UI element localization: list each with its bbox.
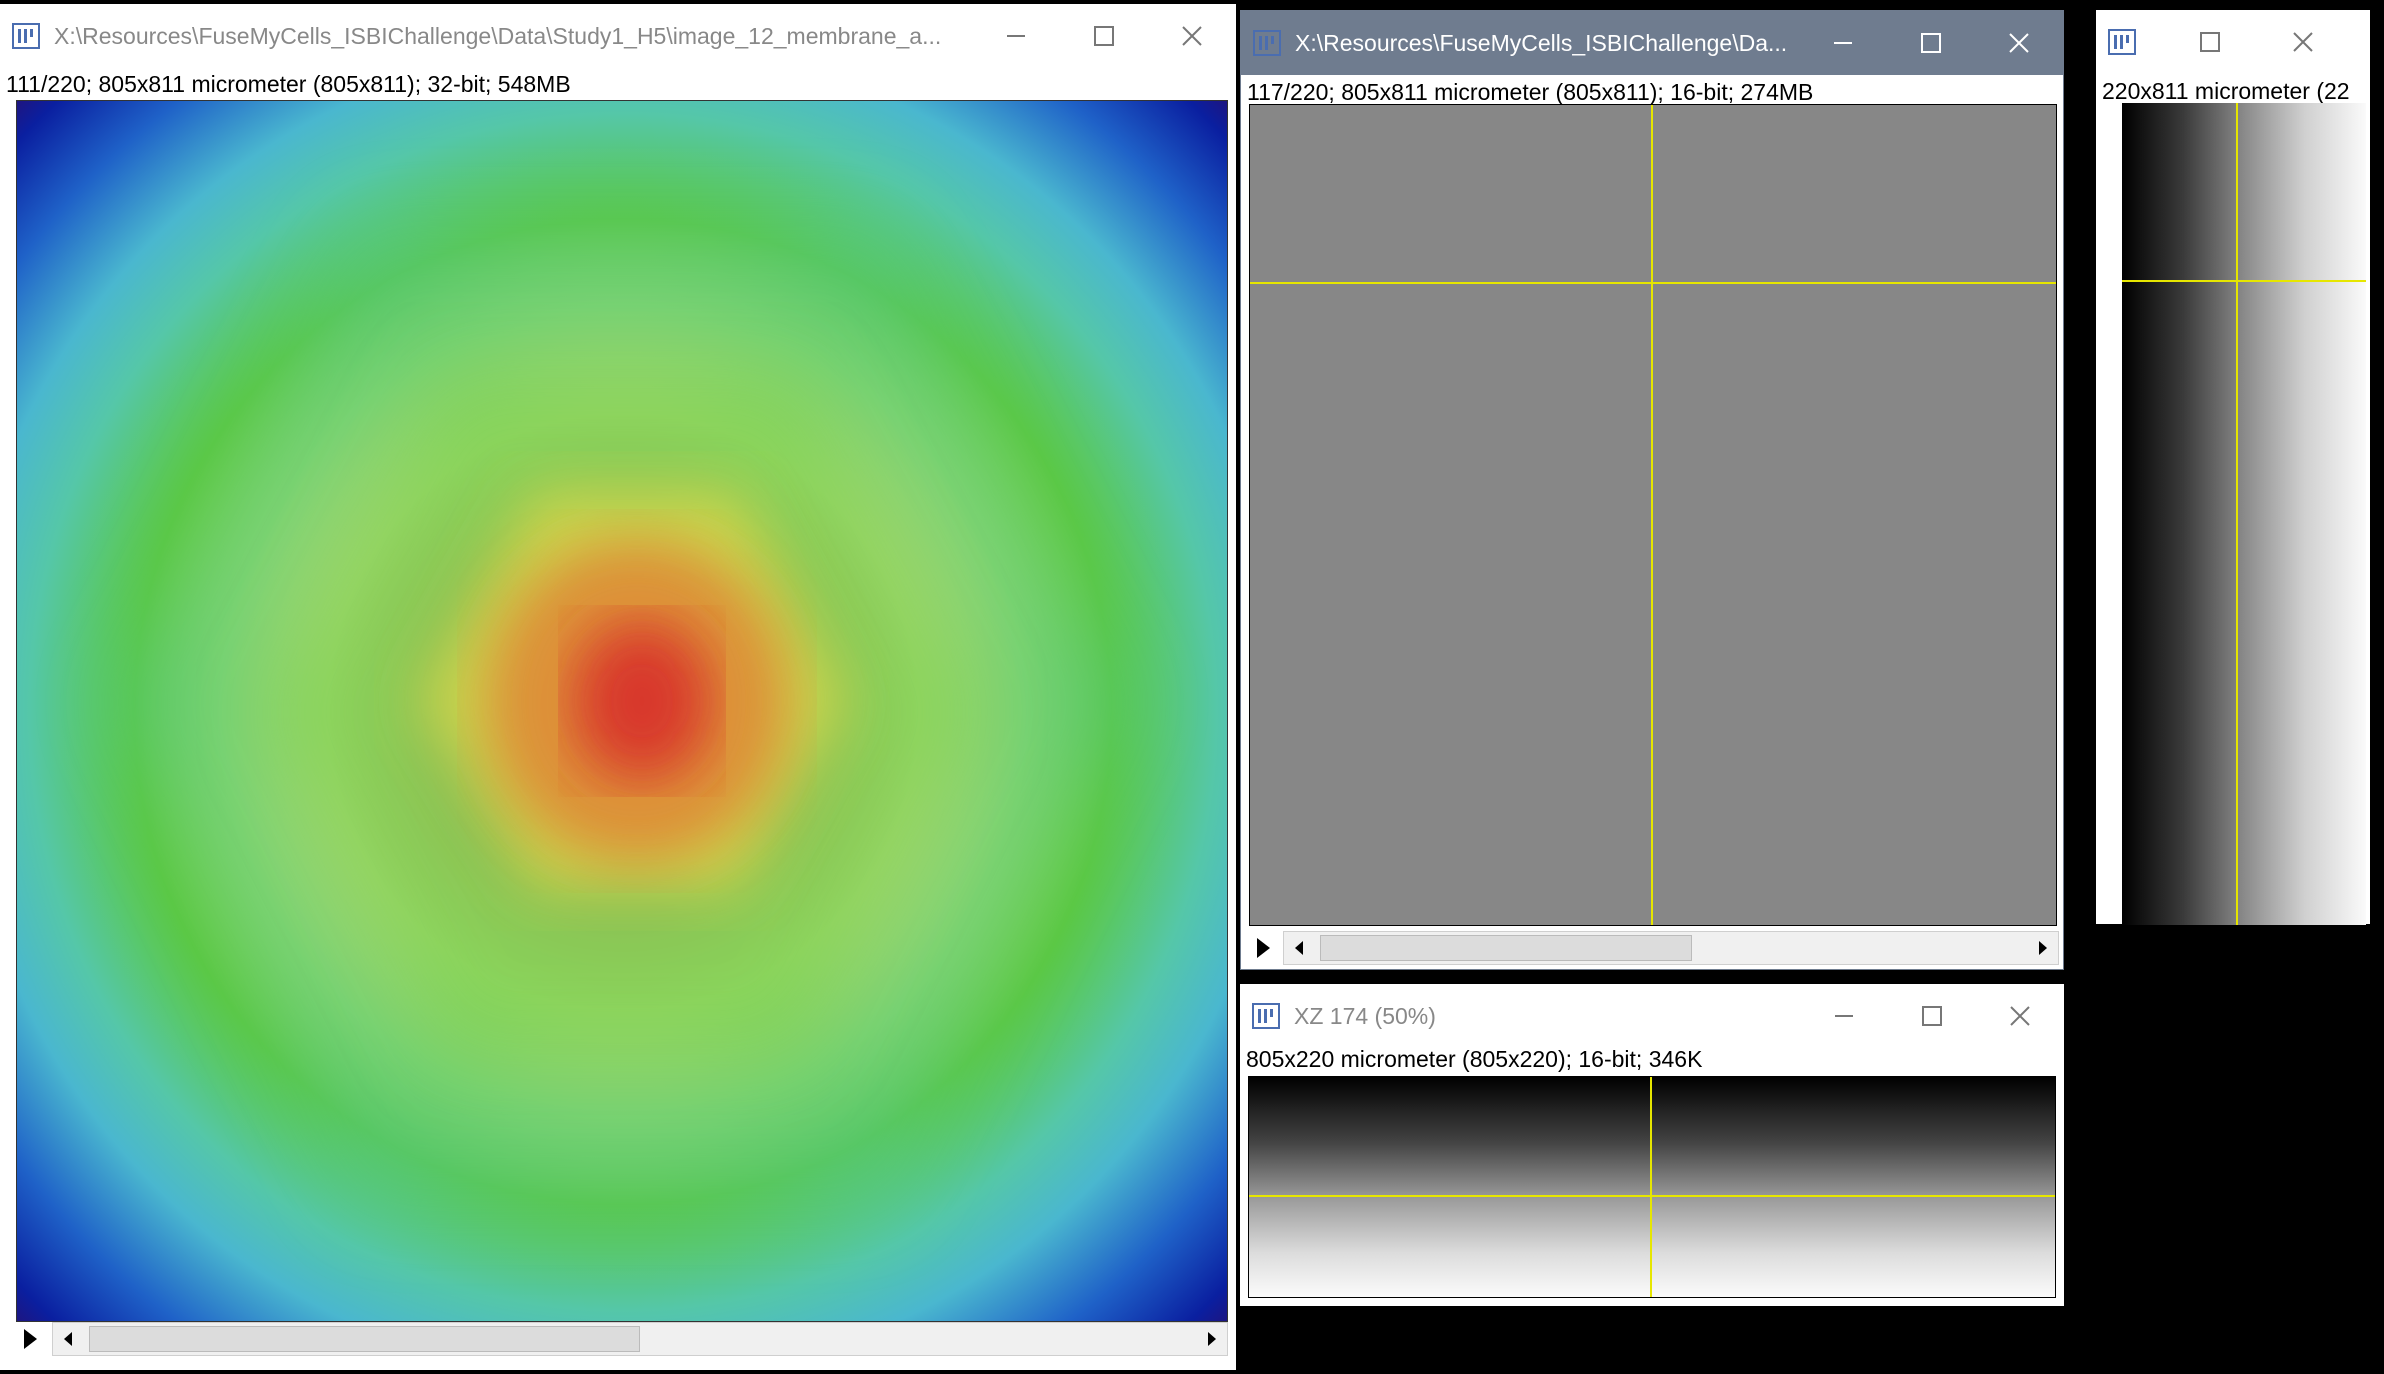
maximize-button[interactable] bbox=[1888, 984, 1976, 1048]
image-info: 805x220 micrometer (805x220); 16-bit; 34… bbox=[1246, 1046, 1703, 1072]
window-title: X:\Resources\FuseMyCells_ISBIChallenge\D… bbox=[1295, 29, 1788, 56]
close-button[interactable] bbox=[1976, 984, 2064, 1048]
scroll-track[interactable] bbox=[1283, 931, 2059, 965]
image-canvas[interactable] bbox=[2122, 103, 2366, 925]
minimize-icon bbox=[1833, 1005, 1855, 1027]
crosshair-vertical bbox=[1650, 1077, 1652, 1297]
maximize-icon bbox=[1093, 25, 1115, 47]
crosshair-vertical bbox=[2236, 103, 2238, 925]
heatmap-image bbox=[17, 101, 1227, 1321]
close-button[interactable] bbox=[1148, 4, 1236, 68]
imagej-app-icon bbox=[1252, 1002, 1280, 1030]
play-icon[interactable] bbox=[1257, 938, 1270, 958]
close-icon bbox=[2009, 1005, 2031, 1027]
ortho-xy-window[interactable]: X:\Resources\FuseMyCells_ISBIChallenge\D… bbox=[1240, 10, 2064, 970]
title-bar[interactable]: X:\Resources\FuseMyCells_ISBIChallenge\D… bbox=[1241, 11, 2063, 75]
minimize-button[interactable] bbox=[1800, 984, 1888, 1048]
imagej-app-icon bbox=[12, 22, 40, 50]
maximize-icon bbox=[1921, 1005, 1943, 1027]
image-info: 111/220; 805x811 micrometer (805x811); 3… bbox=[6, 71, 571, 97]
slice-scrollbar[interactable] bbox=[1251, 931, 2059, 965]
main-image-window[interactable]: X:\Resources\FuseMyCells_ISBIChallenge\D… bbox=[0, 4, 1236, 1370]
crosshair-vertical bbox=[1651, 105, 1653, 925]
image-canvas[interactable] bbox=[16, 100, 1228, 1322]
minimize-button[interactable] bbox=[972, 4, 1060, 68]
crosshair-horizontal bbox=[2122, 280, 2366, 282]
minimize-icon bbox=[1832, 32, 1854, 54]
title-bar[interactable]: X:\Resources\FuseMyCells_ISBIChallenge\D… bbox=[0, 4, 1236, 68]
xz-view-window[interactable]: XZ 174 (50%) 805x220 micrometer (805x220… bbox=[1240, 984, 2064, 1306]
scroll-track[interactable] bbox=[52, 1322, 1228, 1356]
image-canvas[interactable] bbox=[1249, 104, 2057, 926]
window-title: X:\Resources\FuseMyCells_ISBIChallenge\D… bbox=[54, 22, 942, 49]
window-title: XZ 174 (50%) bbox=[1294, 1002, 1436, 1029]
crosshair-horizontal bbox=[1249, 1195, 2055, 1197]
title-bar[interactable] bbox=[2096, 10, 2370, 74]
maximize-button[interactable] bbox=[2160, 10, 2260, 74]
scroll-left-icon[interactable] bbox=[1284, 932, 1314, 964]
close-icon bbox=[2292, 31, 2314, 53]
title-bar[interactable]: XZ 174 (50%) bbox=[1240, 984, 2064, 1048]
crosshair-horizontal bbox=[1250, 282, 2056, 284]
scroll-right-icon[interactable] bbox=[2028, 932, 2058, 964]
slice-scrollbar[interactable] bbox=[18, 1322, 1228, 1356]
scroll-right-icon[interactable] bbox=[1197, 1323, 1227, 1355]
scroll-thumb[interactable] bbox=[89, 1326, 640, 1352]
minimize-icon bbox=[1005, 25, 1027, 47]
close-icon bbox=[1181, 25, 1203, 47]
close-button[interactable] bbox=[2260, 10, 2346, 74]
maximize-icon bbox=[1920, 32, 1942, 54]
maximize-button[interactable] bbox=[1887, 11, 1975, 75]
scroll-thumb[interactable] bbox=[1320, 935, 1692, 961]
play-icon[interactable] bbox=[24, 1329, 37, 1349]
close-button[interactable] bbox=[1975, 11, 2063, 75]
imagej-app-icon bbox=[2108, 28, 2136, 56]
maximize-icon bbox=[2199, 31, 2221, 53]
minimize-button[interactable] bbox=[1799, 11, 1887, 75]
close-icon bbox=[2008, 32, 2030, 54]
yz-view-window[interactable]: 220x811 micrometer (22 bbox=[2096, 10, 2370, 925]
scroll-left-icon[interactable] bbox=[53, 1323, 83, 1355]
image-canvas[interactable] bbox=[1248, 1076, 2056, 1298]
imagej-app-icon bbox=[1253, 29, 1281, 57]
maximize-button[interactable] bbox=[1060, 4, 1148, 68]
